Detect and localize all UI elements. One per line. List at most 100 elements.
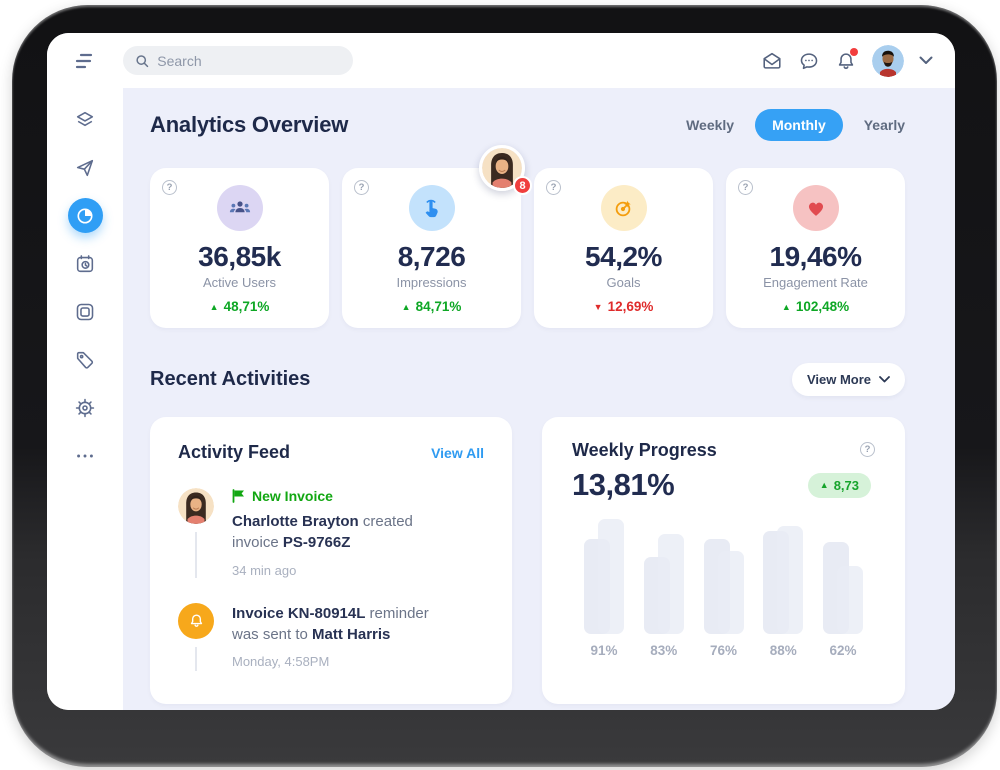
pie-chart-icon[interactable]: [68, 198, 103, 233]
feed-item-time: 34 min ago: [232, 563, 432, 578]
help-icon[interactable]: ?: [738, 180, 753, 195]
new-invoice-tag: New Invoice: [232, 488, 432, 504]
weekly-progress-labels: 91% 83% 76% 88% 62%: [572, 643, 875, 658]
bar-label: 83%: [644, 643, 684, 658]
bar-front: [718, 551, 744, 634]
help-icon[interactable]: ?: [354, 180, 369, 195]
search-bar[interactable]: [123, 46, 353, 75]
tab-weekly[interactable]: Weekly: [686, 117, 734, 133]
layers-icon[interactable]: [68, 102, 103, 137]
target-icon: [601, 185, 647, 231]
stat-value: 8,726: [398, 241, 466, 273]
bar-group: [704, 516, 744, 634]
bar-label: 91%: [584, 643, 624, 658]
main-content: Analytics Overview Weekly Monthly Yearly: [123, 88, 955, 710]
menu-toggle-button[interactable]: [47, 52, 123, 70]
feed-item-text: Invoice KN-80914L reminder was sent to M…: [232, 603, 432, 646]
stat-label: Impressions: [396, 275, 466, 290]
weekly-progress-card: Weekly Progress ? 13,81% ▲ 8,73 91% 83% 76…: [542, 417, 905, 704]
bar-group: [644, 516, 684, 634]
bell-icon[interactable]: [835, 50, 857, 72]
search-input[interactable]: [157, 53, 341, 69]
up-arrow-icon: ▲: [210, 302, 219, 312]
up-arrow-icon: ▲: [782, 302, 791, 312]
bar-front: [837, 566, 863, 634]
users-icon: [217, 185, 263, 231]
timeline-connector: [195, 532, 197, 578]
activity-feed-title: Activity Feed: [178, 442, 290, 463]
stat-card-engagement-rate: ? 19,46% Engagement Rate ▲102,48%: [726, 168, 905, 328]
bar-label: 76%: [704, 643, 744, 658]
section-title-recent-activities: Recent Activities: [150, 368, 310, 391]
stat-label: Engagement Rate: [763, 275, 868, 290]
bar-front: [598, 519, 624, 634]
sidebar: [47, 88, 123, 710]
bar-label: 62%: [823, 643, 863, 658]
page-title: Analytics Overview: [150, 112, 348, 138]
stat-label: Goals: [607, 275, 641, 290]
tab-monthly[interactable]: Monthly: [755, 109, 843, 141]
topbar: [47, 33, 955, 88]
stat-value: 19,46%: [770, 241, 862, 273]
weekly-progress-value: 13,81%: [572, 467, 674, 503]
help-icon[interactable]: ?: [546, 180, 561, 195]
frame-icon[interactable]: [68, 294, 103, 329]
stat-delta: ▲84,71%: [402, 299, 462, 314]
bar-group: [584, 516, 624, 634]
view-all-link[interactable]: View All: [431, 445, 484, 461]
avatar: [178, 488, 214, 524]
period-tabs: Weekly Monthly Yearly: [686, 109, 905, 141]
stat-card-impressions: ? 8,726 Impressions ▲84,71%: [342, 168, 521, 328]
stat-label: Active Users: [203, 275, 276, 290]
stat-value: 54,2%: [585, 241, 662, 273]
timeline-connector: [195, 647, 197, 671]
topbar-actions: [761, 45, 955, 77]
feed-item-new-invoice: New Invoice Charlotte Brayton created in…: [178, 488, 484, 578]
feed-item-time: Monday, 4:58PM: [232, 654, 432, 669]
bar-group: [823, 516, 863, 634]
app-body: Analytics Overview Weekly Monthly Yearly: [47, 88, 955, 710]
hamburger-icon: [73, 52, 97, 70]
stat-delta: ▲48,71%: [210, 299, 270, 314]
chevron-down-icon: [879, 376, 890, 383]
weekly-progress-title: Weekly Progress: [572, 440, 717, 461]
settings-gear-icon[interactable]: [68, 390, 103, 425]
view-more-label: View More: [807, 372, 871, 387]
heart-icon: [793, 185, 839, 231]
notification-count-badge: 8: [513, 176, 532, 195]
help-icon[interactable]: ?: [860, 442, 875, 457]
send-icon[interactable]: [68, 150, 103, 185]
tablet-frame: Analytics Overview Weekly Monthly Yearly: [12, 5, 997, 767]
up-arrow-icon: ▲: [820, 480, 829, 490]
profile-avatar[interactable]: [872, 45, 904, 77]
tag-icon[interactable]: [68, 342, 103, 377]
chat-icon[interactable]: [798, 50, 820, 72]
stat-delta: ▲102,48%: [782, 299, 849, 314]
floating-avatar[interactable]: 8: [479, 145, 525, 191]
reminder-bell-icon: [178, 603, 214, 639]
search-icon: [135, 53, 149, 69]
profile-chevron-down-icon[interactable]: [919, 56, 933, 65]
app-screen: Analytics Overview Weekly Monthly Yearly: [47, 33, 955, 710]
bar-label: 88%: [763, 643, 803, 658]
feed-item-text: Charlotte Brayton created invoice PS-976…: [232, 511, 432, 554]
stat-delta: ▼12,69%: [594, 299, 654, 314]
mail-icon[interactable]: [761, 50, 783, 72]
calendar-clock-icon[interactable]: [68, 246, 103, 281]
notification-dot: [850, 48, 858, 56]
feed-item-reminder: Invoice KN-80914L reminder was sent to M…: [178, 603, 484, 671]
weekly-progress-chart: [572, 516, 875, 634]
activity-feed-card: Activity Feed View All: [150, 417, 512, 704]
tab-yearly[interactable]: Yearly: [864, 117, 905, 133]
down-arrow-icon: ▼: [594, 302, 603, 312]
help-icon[interactable]: ?: [162, 180, 177, 195]
progress-delta-badge: ▲ 8,73: [808, 473, 871, 498]
stat-value: 36,85k: [198, 241, 281, 273]
up-arrow-icon: ▲: [402, 302, 411, 312]
flag-icon: [232, 489, 245, 503]
bar-front: [777, 526, 803, 634]
bar-front: [658, 534, 684, 634]
more-ellipsis-icon[interactable]: [68, 438, 103, 473]
view-more-button[interactable]: View More: [792, 363, 905, 396]
stat-card-goals: ? 54,2% Goals ▼12,69%: [534, 168, 713, 328]
